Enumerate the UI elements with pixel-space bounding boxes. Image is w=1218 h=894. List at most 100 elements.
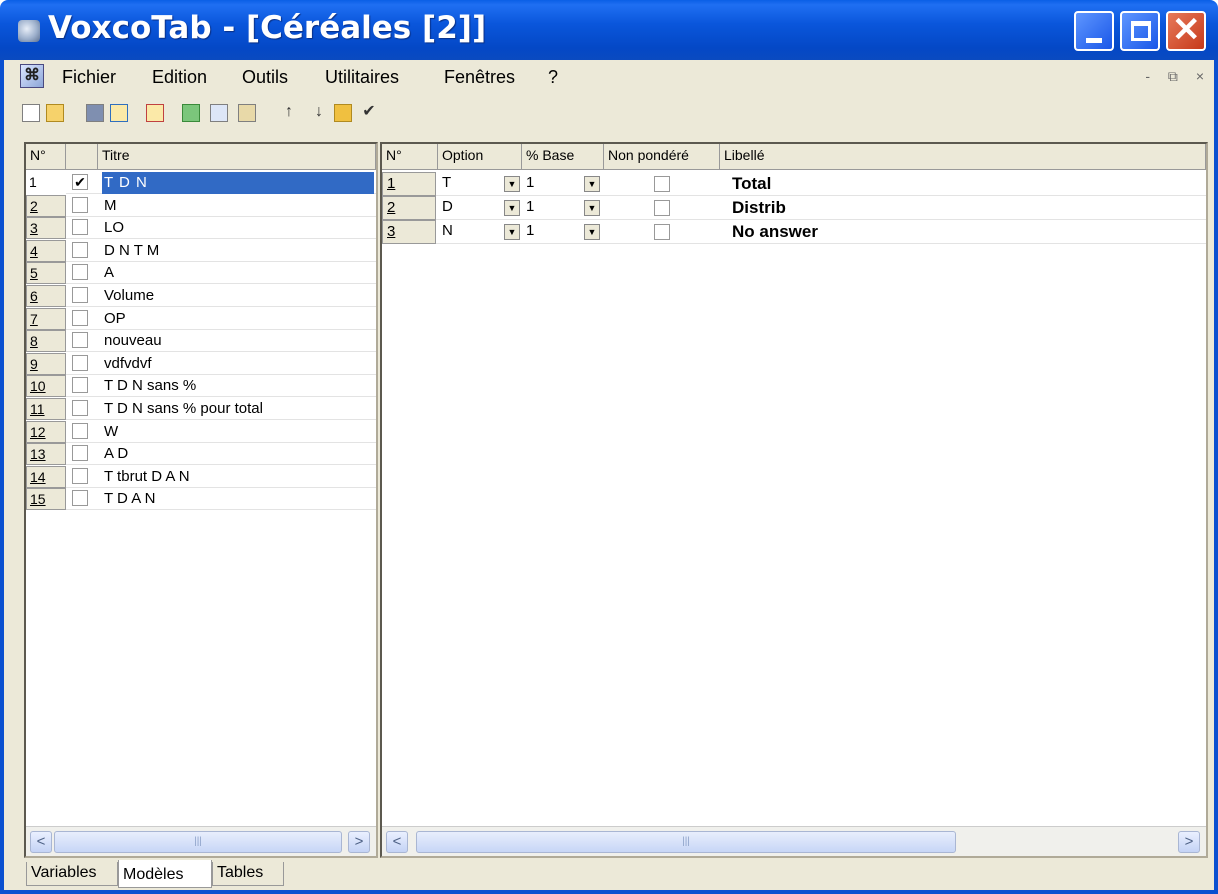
row-libelle[interactable]: Distrib	[728, 196, 1198, 220]
col-header-titre[interactable]: Titre	[98, 144, 376, 170]
row-number[interactable]: 1	[382, 172, 436, 196]
tab-modeles[interactable]: Modèles	[118, 860, 212, 888]
row-checkbox[interactable]	[72, 264, 88, 281]
move-down-icon[interactable]: ↓	[310, 104, 328, 122]
row-libelle[interactable]: No answer	[728, 220, 1198, 244]
run-icon[interactable]	[334, 104, 352, 122]
row-number[interactable]: 11	[26, 398, 66, 420]
copy-icon[interactable]	[210, 104, 228, 122]
col-header-non-pondere[interactable]: Non pondéré	[604, 144, 720, 170]
row-titre[interactable]: nouveau	[102, 330, 164, 352]
row-titre[interactable]: T D A N	[102, 488, 157, 510]
model-row[interactable]: 10 T D N sans %	[26, 375, 376, 398]
row-number[interactable]: 4	[26, 239, 66, 262]
option-dropdown-icon[interactable]: ▼	[504, 200, 520, 216]
model-row[interactable]: 15 T D A N	[26, 488, 376, 511]
row-titre[interactable]: Volume	[102, 285, 156, 307]
model-row[interactable]: 5A	[26, 262, 376, 285]
menu-fichier[interactable]: Fichier	[62, 67, 116, 88]
insert-column-icon[interactable]	[110, 104, 128, 122]
option-select[interactable]: N	[438, 220, 502, 244]
col-header-check[interactable]	[66, 144, 98, 170]
scroll-right-button[interactable]: >	[1178, 831, 1200, 853]
row-number[interactable]: 14	[26, 465, 66, 488]
model-row[interactable]: 3 LO	[26, 217, 376, 240]
row-titre[interactable]: A D	[102, 443, 130, 465]
validate-icon[interactable]: ✔	[360, 104, 378, 122]
scroll-left-button[interactable]: <	[30, 831, 52, 853]
delete-column-icon[interactable]	[146, 104, 164, 122]
scroll-left-button[interactable]: <	[386, 831, 408, 853]
row-number[interactable]: 3	[26, 217, 66, 240]
row-number[interactable]: 9	[26, 352, 66, 375]
model-row[interactable]: 6 Volume	[26, 285, 376, 307]
mdi-restore-button[interactable]: ⧉	[1168, 68, 1178, 84]
col-header-libelle[interactable]: Libellé	[720, 144, 1206, 170]
row-number[interactable]: 6	[26, 285, 66, 307]
model-row[interactable]: 1 ✔ T D N	[26, 172, 376, 194]
model-row[interactable]: 8 nouveau	[26, 330, 376, 353]
menu-fenetres[interactable]: Fenêtres	[444, 67, 515, 88]
model-row[interactable]: 12 W	[26, 420, 376, 443]
row-titre[interactable]: M	[102, 195, 119, 217]
model-row[interactable]: 2M	[26, 194, 376, 217]
row-titre[interactable]: T D N	[102, 172, 374, 194]
row-number[interactable]: 5	[26, 262, 66, 285]
option-select[interactable]: D	[438, 196, 502, 220]
row-libelle[interactable]: Total	[728, 172, 1198, 196]
row-checkbox[interactable]	[72, 196, 88, 213]
row-number[interactable]: 3	[382, 220, 436, 244]
document-icon[interactable]: ⌘	[20, 64, 44, 88]
model-row[interactable]: 9 vdfvdvf	[26, 352, 376, 375]
row-checkbox[interactable]	[72, 219, 88, 236]
save-icon[interactable]	[86, 104, 104, 122]
row-number[interactable]: 7	[26, 307, 66, 330]
option-select[interactable]: T	[438, 172, 502, 196]
row-number[interactable]: 12	[26, 420, 66, 443]
row-titre[interactable]: T D N sans % pour total	[102, 398, 265, 420]
row-checkbox[interactable]	[72, 445, 88, 462]
non-pondere-checkbox[interactable]	[654, 176, 670, 192]
row-number[interactable]: 15	[26, 488, 66, 511]
row-checkbox[interactable]	[72, 354, 88, 371]
option-dropdown-icon[interactable]: ▼	[504, 224, 520, 240]
row-number[interactable]: 2	[382, 196, 436, 220]
menu-help[interactable]: ?	[548, 67, 558, 88]
base-dropdown-icon[interactable]: ▼	[584, 200, 600, 216]
mdi-close-button[interactable]: ×	[1196, 68, 1204, 84]
row-titre[interactable]: T D N sans %	[102, 375, 198, 397]
row-titre[interactable]: LO	[102, 217, 126, 239]
left-horizontal-scrollbar[interactable]: < ||| >	[26, 826, 376, 856]
minimize-button[interactable]	[1074, 11, 1114, 51]
scroll-thumb[interactable]: |||	[416, 831, 956, 853]
right-horizontal-scrollbar[interactable]: < ||| >	[382, 826, 1206, 856]
row-number[interactable]: 8	[26, 330, 66, 353]
scroll-thumb[interactable]: |||	[54, 831, 342, 853]
base-select[interactable]: 1	[522, 220, 582, 244]
scroll-right-button[interactable]: >	[348, 831, 370, 853]
row-titre[interactable]: vdfvdvf	[102, 353, 154, 375]
row-titre[interactable]: A	[102, 262, 116, 284]
col-header-option[interactable]: Option	[438, 144, 522, 170]
menu-utilitaires[interactable]: Utilitaires	[325, 67, 399, 88]
option-dropdown-icon[interactable]: ▼	[504, 176, 520, 192]
close-button[interactable]: ✕	[1166, 11, 1206, 51]
base-dropdown-icon[interactable]: ▼	[584, 224, 600, 240]
tab-tables[interactable]: Tables	[212, 862, 284, 886]
model-row[interactable]: 11 T D N sans % pour total	[26, 398, 376, 420]
row-checkbox[interactable]	[72, 241, 88, 258]
row-number[interactable]: 2	[26, 194, 66, 217]
non-pondere-checkbox[interactable]	[654, 224, 670, 240]
base-select[interactable]: 1	[522, 172, 582, 196]
row-titre[interactable]: W	[102, 421, 120, 443]
row-titre[interactable]: T tbrut D A N	[102, 466, 192, 488]
row-checkbox[interactable]	[72, 377, 88, 394]
add-icon[interactable]	[182, 104, 200, 122]
model-row[interactable]: 13 A D	[26, 443, 376, 466]
model-row[interactable]: 7 OP	[26, 307, 376, 330]
mdi-minimize-button[interactable]: -	[1145, 68, 1150, 84]
menu-outils[interactable]: Outils	[242, 67, 288, 88]
row-checkbox[interactable]	[72, 287, 88, 303]
app-icon[interactable]	[18, 20, 40, 42]
row-number[interactable]: 1	[26, 172, 66, 194]
